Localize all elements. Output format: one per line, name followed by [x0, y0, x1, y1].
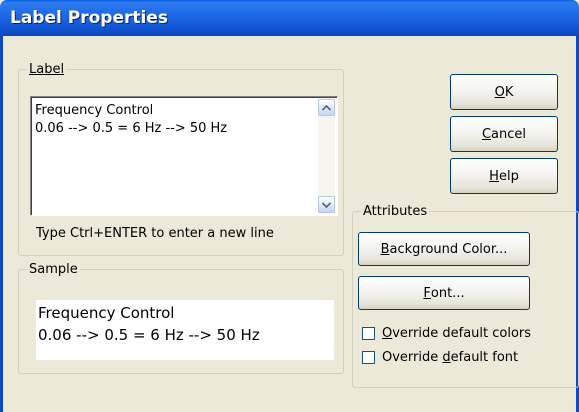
chevron-up-icon: [322, 104, 331, 111]
label-text-value: Frequency Control 0.06 --> 0.5 = 6 Hz --…: [35, 103, 228, 136]
attributes-group-legend: Attributes: [363, 204, 428, 219]
sample-preview: Frequency Control 0.06 --> 0.5 = 6 Hz --…: [36, 300, 334, 360]
cancel-button[interactable]: Cancel: [450, 116, 558, 152]
scroll-up-button[interactable]: [318, 99, 335, 116]
label-group-legend: Label: [29, 62, 65, 77]
override-font-checkbox[interactable]: Override default font: [362, 350, 518, 365]
label-text-input[interactable]: Frequency Control 0.06 --> 0.5 = 6 Hz --…: [30, 96, 338, 216]
help-button[interactable]: Help: [450, 158, 558, 194]
label-text-scrollbar[interactable]: [318, 99, 335, 213]
background-color-button[interactable]: Background Color...: [358, 232, 530, 266]
override-colors-label: Override default colors: [382, 326, 532, 341]
sample-preview-text: Frequency Control 0.06 --> 0.5 = 6 Hz --…: [38, 304, 260, 344]
override-font-label: Override default font: [382, 350, 519, 365]
override-font-box[interactable]: [362, 351, 375, 364]
ok-button[interactable]: OK: [450, 74, 558, 110]
title-bar[interactable]: Label Properties: [0, 0, 579, 36]
chevron-down-icon: [322, 201, 331, 208]
window-title: Label Properties: [10, 8, 168, 28]
window-frame-left: [0, 36, 3, 412]
new-line-hint: Type Ctrl+ENTER to enter a new line: [36, 226, 274, 241]
override-colors-box[interactable]: [362, 327, 375, 340]
sample-group-legend: Sample: [29, 262, 78, 277]
font-button[interactable]: Font...: [358, 276, 530, 310]
override-colors-checkbox[interactable]: Override default colors: [362, 326, 531, 341]
scroll-down-button[interactable]: [318, 196, 335, 213]
